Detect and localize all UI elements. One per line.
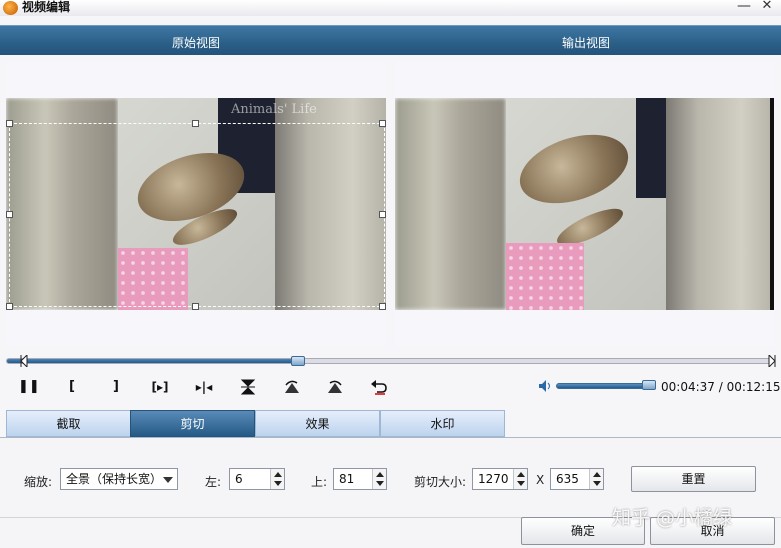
rotate-right-icon[interactable] [325, 378, 345, 396]
spin-arrows-icon[interactable] [513, 469, 527, 489]
crop-handle-top[interactable] [192, 120, 199, 127]
crop-width-value: 1270 [478, 472, 509, 486]
volume-icon[interactable] [538, 379, 552, 393]
window-title: 视频编辑 [22, 0, 71, 14]
crop-size-label: 剪切大小: [414, 475, 467, 489]
tab-crop[interactable]: 剪切 [130, 410, 255, 437]
site-watermark: 知乎 @小橘绿 [612, 507, 733, 529]
seek-bar[interactable] [6, 356, 774, 366]
tab-capture[interactable]: 截取 [6, 410, 131, 437]
top-offset-stepper[interactable]: 81 [333, 468, 387, 490]
crop-handle-left[interactable] [6, 211, 13, 218]
rotate-left-icon[interactable] [282, 378, 302, 396]
left-offset-label: 左: [205, 475, 222, 489]
video-edit-window: 视频编辑 — ✕ 原始视图 输出视图 Animals' Life ❚❚ [] … [0, 0, 781, 548]
crop-handle-top-right[interactable] [379, 120, 386, 127]
left-offset-value: 6 [235, 472, 243, 486]
play-selection-icon[interactable]: [▸] [149, 378, 171, 396]
output-video-preview [395, 98, 774, 310]
crop-handle-top-left[interactable] [6, 120, 13, 127]
zoom-label: 缩放: [24, 475, 53, 489]
original-video-preview[interactable]: Animals' Life [6, 98, 386, 310]
pause-icon[interactable]: ❚❚ [18, 378, 40, 396]
crop-handle-bottom-right[interactable] [379, 303, 386, 310]
next-frame-icon[interactable]: ▸|◂ [192, 378, 216, 396]
times-label: X [536, 473, 545, 487]
zoom-select[interactable]: 全景（保持长宽） [60, 468, 178, 490]
app-icon [3, 1, 18, 15]
tab-watermark[interactable]: 水印 [380, 410, 505, 437]
top-offset-value: 81 [339, 472, 355, 486]
seek-thumb[interactable] [291, 356, 306, 366]
mark-in-marker-icon[interactable] [20, 355, 28, 367]
crop-rectangle[interactable] [9, 123, 385, 307]
set-end-icon[interactable]: ] [106, 378, 126, 396]
spin-arrows-icon[interactable] [589, 469, 603, 489]
zoom-select-value: 全景（保持长宽） [66, 472, 163, 486]
seek-progress [7, 359, 299, 363]
undo-rotate-icon[interactable] [369, 378, 389, 396]
crop-height-stepper[interactable]: 635 [550, 468, 604, 490]
minimize-button[interactable]: — [735, 0, 753, 14]
crop-handle-bottom[interactable] [192, 303, 199, 310]
time-readout: 00:04:37 / 00:12:15 [661, 380, 781, 394]
original-view-label: 原始视图 [172, 36, 221, 50]
crop-handle-bottom-left[interactable] [6, 303, 13, 310]
crop-width-stepper[interactable]: 1270 [472, 468, 528, 490]
crop-handle-right[interactable] [379, 211, 386, 218]
volume-thumb[interactable] [642, 380, 656, 390]
reset-button[interactable]: 重置 [631, 466, 756, 492]
top-offset-label: 上: [311, 475, 328, 489]
view-header: 原始视图 输出视图 [0, 25, 781, 55]
set-start-icon[interactable]: [ [62, 378, 82, 396]
video-watermark: Animals' Life [231, 102, 317, 117]
mark-out-marker-icon[interactable] [768, 355, 776, 367]
chevron-down-icon [163, 477, 173, 483]
tab-effects[interactable]: 效果 [255, 410, 380, 437]
close-button[interactable]: ✕ [758, 0, 776, 14]
output-view-label: 输出视图 [562, 36, 611, 50]
left-offset-stepper[interactable]: 6 [229, 468, 285, 490]
title-bar: 视频编辑 — ✕ [0, 0, 781, 16]
spin-arrows-icon[interactable] [270, 469, 284, 489]
flip-vertical-icon[interactable] [238, 378, 258, 396]
crop-height-value: 635 [556, 472, 579, 486]
spin-arrows-icon[interactable] [372, 469, 386, 489]
volume-slider[interactable] [556, 383, 656, 389]
